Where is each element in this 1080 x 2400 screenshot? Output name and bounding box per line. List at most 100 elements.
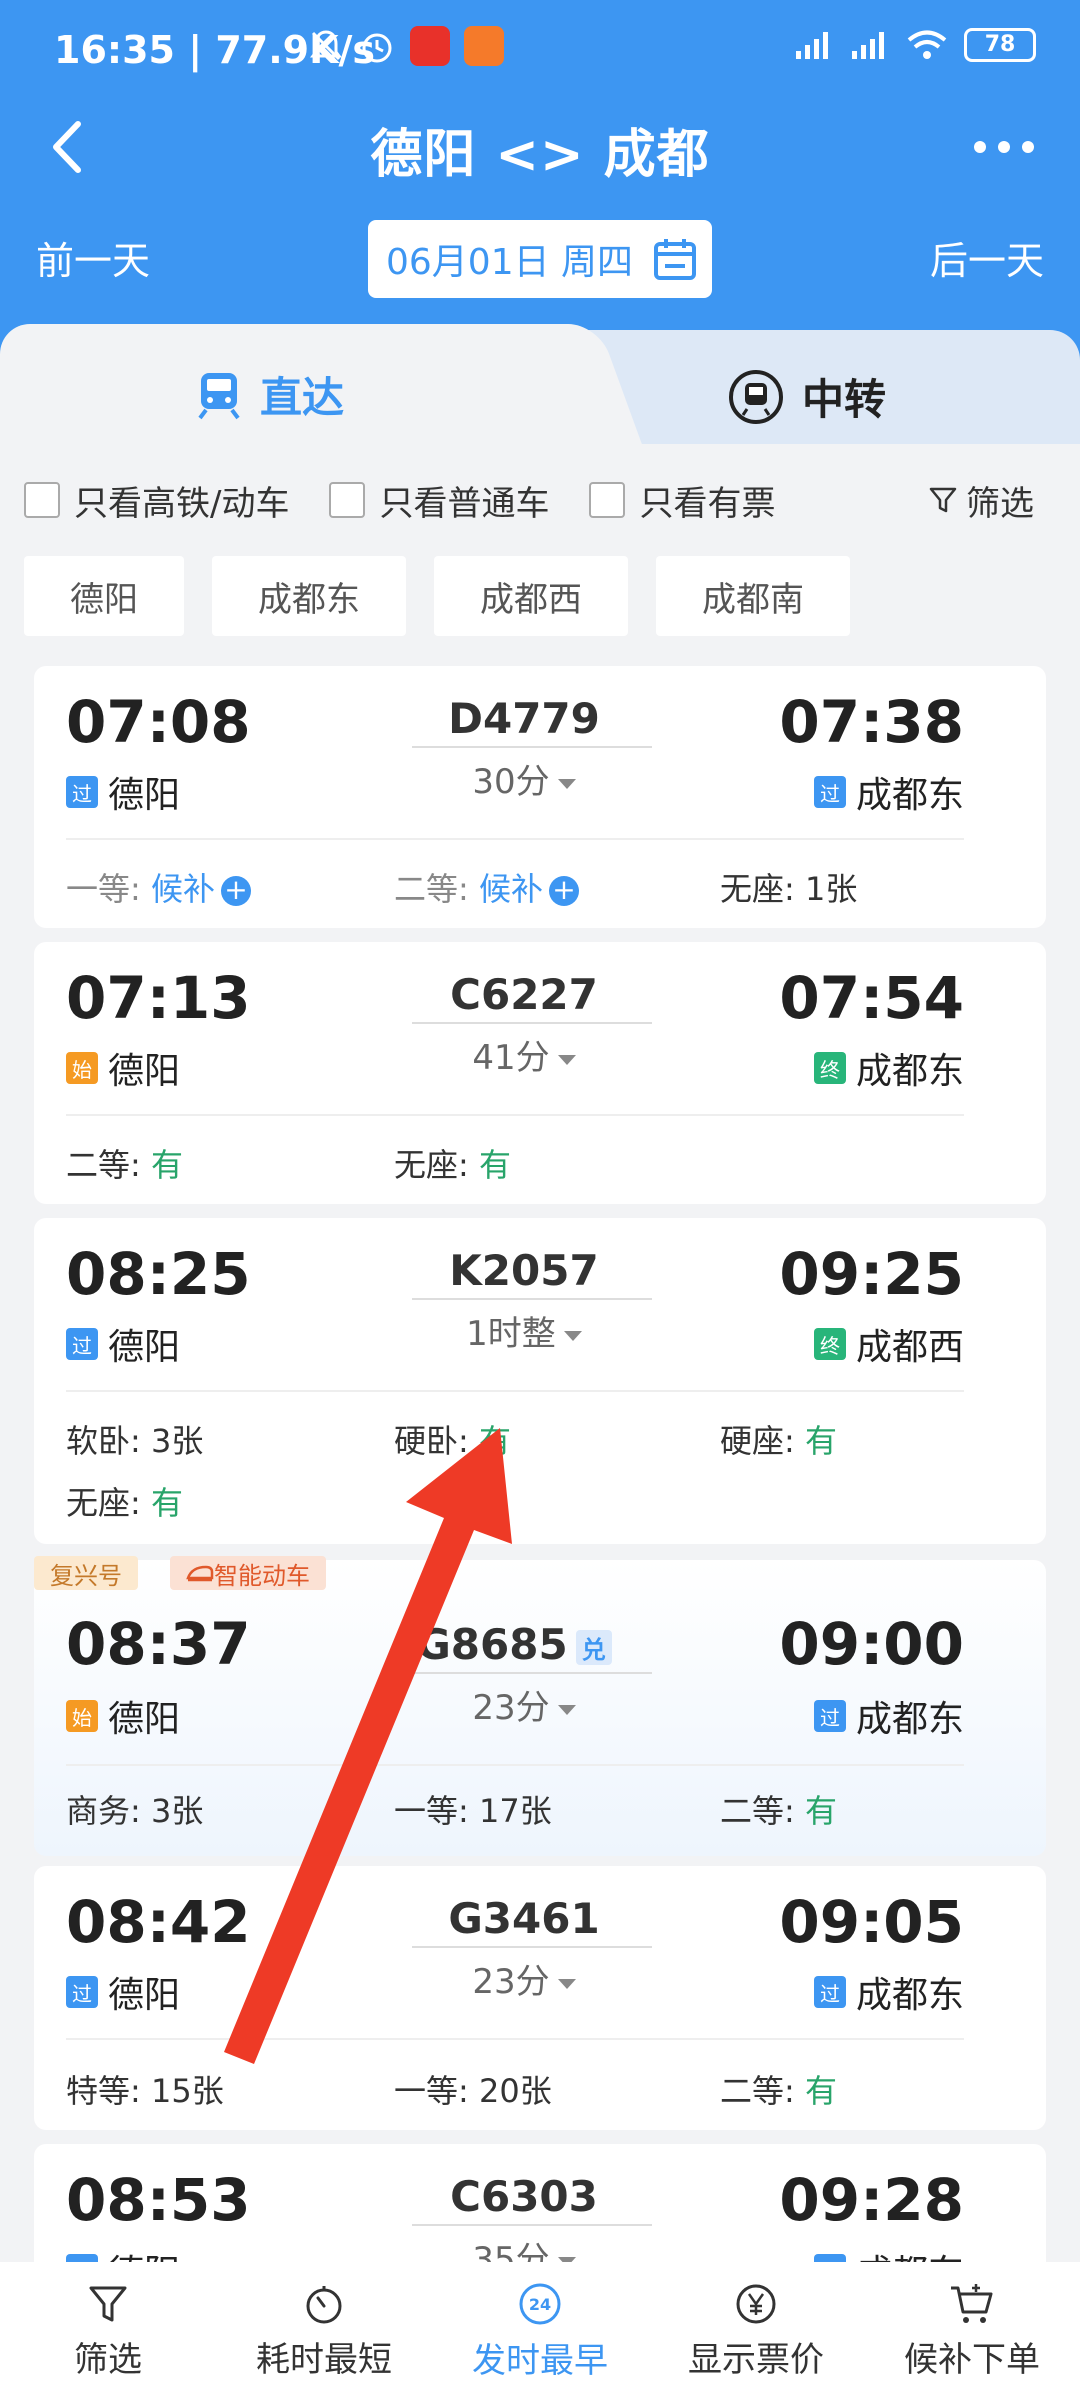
card-divider: [66, 1390, 964, 1392]
travel-duration[interactable]: 41分: [414, 1030, 634, 1079]
seat-info: 硬座: 有: [720, 1422, 837, 1460]
seat-info[interactable]: 一等: 候补 +: [66, 864, 251, 910]
more-options-icon[interactable]: [968, 124, 1040, 170]
tab-transfer[interactable]: 中转: [728, 366, 886, 427]
arrival-time: 07:38: [779, 688, 964, 756]
departure-time: 08:42: [66, 1888, 251, 1956]
nav-show-price[interactable]: 显示票价: [648, 2262, 864, 2400]
train-icon: [198, 372, 240, 419]
seat-info: 软卧: 3张: [66, 1422, 204, 1460]
travel-duration[interactable]: 23分: [414, 1954, 634, 2003]
alarm-icon: [362, 33, 392, 63]
arrival-station: 终成都西: [813, 1318, 964, 1370]
filter-row: 只看高铁/动车 只看普通车 只看有票 筛选: [24, 470, 1064, 530]
arrival-station: 过成都东: [813, 1690, 964, 1742]
card-divider: [66, 1114, 964, 1116]
card-divider: [66, 1764, 964, 1766]
app-icon-news: [410, 26, 450, 66]
travel-duration[interactable]: 23分: [414, 1680, 634, 1729]
arrival-station: 过成都东: [813, 766, 964, 818]
train-card[interactable]: 07:13 C6227 41分 07:54 始德阳 终成都东 二等: 有 无座:…: [34, 942, 1046, 1204]
departure-time: 08:53: [66, 2166, 251, 2234]
tab-direct[interactable]: 直达: [196, 364, 344, 425]
smart-emu-badge: 智能动车: [170, 1556, 326, 1590]
arrival-time: 09:00: [779, 1610, 964, 1678]
checkbox-box[interactable]: [24, 482, 60, 518]
train-divider: [412, 1946, 652, 1948]
pass-tag: 过: [813, 1976, 846, 2008]
train-card[interactable]: 08:25 K2057 1时整 09:25 过德阳 终成都西 软卧: 3张 硬卧…: [34, 1218, 1046, 1544]
train-card[interactable]: 复兴号 智能动车 08:37 G8685 兑 23分 09:00 始德阳 过成都东…: [34, 1556, 1046, 1856]
status-system-icons: 78: [794, 28, 1036, 62]
seat-info: 无座: 1张: [720, 870, 858, 908]
nav-shortest-time[interactable]: 耗时最短: [216, 2262, 432, 2400]
next-day-button[interactable]: 后一天: [930, 230, 1044, 285]
seat-info: 特等: 15张: [66, 2072, 224, 2110]
departure-station: 过德阳: [66, 766, 180, 818]
pass-tag: 过: [813, 1700, 846, 1732]
train-number: C6303: [450, 2172, 598, 2221]
seat-info: 一等: 17张: [394, 1792, 552, 1830]
cart-icon: [951, 2283, 993, 2323]
pass-tag: 过: [66, 776, 98, 808]
prev-day-button[interactable]: 前一天: [36, 230, 150, 285]
station-chip[interactable]: 成都西: [434, 556, 628, 636]
checkbox-youpiao[interactable]: 只看有票: [589, 476, 775, 525]
plus-icon[interactable]: +: [220, 876, 251, 906]
train-divider: [412, 1022, 652, 1024]
date-text: 06月01日 周四: [386, 242, 634, 283]
signal-icon-2: [852, 32, 884, 59]
train-number: K2057: [449, 1246, 599, 1295]
departure-time: 07:08: [66, 688, 251, 756]
departure-station: 过德阳: [66, 1966, 180, 2018]
signal-icon: [796, 32, 828, 59]
card-divider: [66, 2038, 964, 2040]
seat-info: 二等: 有: [66, 1146, 183, 1184]
train-number: D4779: [448, 694, 600, 743]
station-chip[interactable]: 成都南: [656, 556, 850, 636]
bottom-nav: 筛选 耗时最短 24 发时最早 显示票价 候补下单: [0, 2262, 1080, 2400]
battery-indicator: 78: [964, 28, 1036, 62]
pass-tag: 过: [66, 1976, 98, 2008]
train-number: G8685 兑: [404, 1620, 624, 1669]
seat-info: 无座: 有: [394, 1146, 511, 1184]
seat-info: 一等: 20张: [394, 2072, 552, 2110]
filter-button[interactable]: 筛选: [928, 476, 1064, 525]
arrival-station: 终成都东: [813, 1042, 964, 1094]
travel-duration[interactable]: 1时整: [414, 1306, 634, 1355]
checkbox-box[interactable]: [589, 482, 626, 518]
departure-station: 始德阳: [66, 1042, 180, 1094]
mute-bell-icon: [310, 30, 342, 61]
nav-waitlist-order[interactable]: 候补下单: [864, 2262, 1080, 2400]
yen-icon: [736, 2284, 776, 2323]
train-divider: [412, 1672, 652, 1674]
app-icon-game: [464, 26, 504, 66]
plus-icon[interactable]: +: [548, 876, 579, 906]
checkbox-gaotie[interactable]: 只看高铁/动车: [24, 476, 289, 525]
seat-info: 二等: 有: [720, 1792, 837, 1830]
train-divider: [412, 2224, 652, 2226]
card-divider: [66, 838, 964, 840]
train-card[interactable]: 07:08 D4779 30分 07:38 过德阳 过成都东 一等: 候补 + 二…: [34, 666, 1046, 928]
date-picker[interactable]: 06月01日 周四: [368, 220, 712, 298]
train-card[interactable]: 08:42 G3461 23分 09:05 过德阳 过成都东 特等: 15张 一…: [34, 1866, 1046, 2130]
travel-duration[interactable]: 30分: [414, 754, 634, 803]
station-chip[interactable]: 成都东: [212, 556, 406, 636]
start-tag: 始: [66, 1052, 98, 1084]
arrival-time: 09:05: [779, 1888, 964, 1956]
train-divider: [412, 746, 652, 748]
station-chip[interactable]: 德阳: [24, 556, 184, 636]
checkbox-putong[interactable]: 只看普通车: [329, 476, 549, 525]
departure-station: 过德阳: [66, 1318, 180, 1370]
nav-filter[interactable]: 筛选: [0, 2262, 216, 2400]
departure-time: 08:25: [66, 1240, 251, 1308]
arrival-station: 过成都东: [813, 1966, 964, 2018]
seat-info[interactable]: 二等: 候补 +: [394, 864, 579, 910]
checkbox-box[interactable]: [329, 482, 366, 518]
train-divider: [412, 1298, 652, 1300]
train-number: G3461: [448, 1894, 600, 1943]
end-tag: 终: [813, 1328, 846, 1360]
nav-earliest-departure[interactable]: 24 发时最早: [432, 2262, 648, 2400]
funnel-icon: [89, 2286, 127, 2321]
fuxing-badge: 复兴号: [34, 1556, 138, 1590]
